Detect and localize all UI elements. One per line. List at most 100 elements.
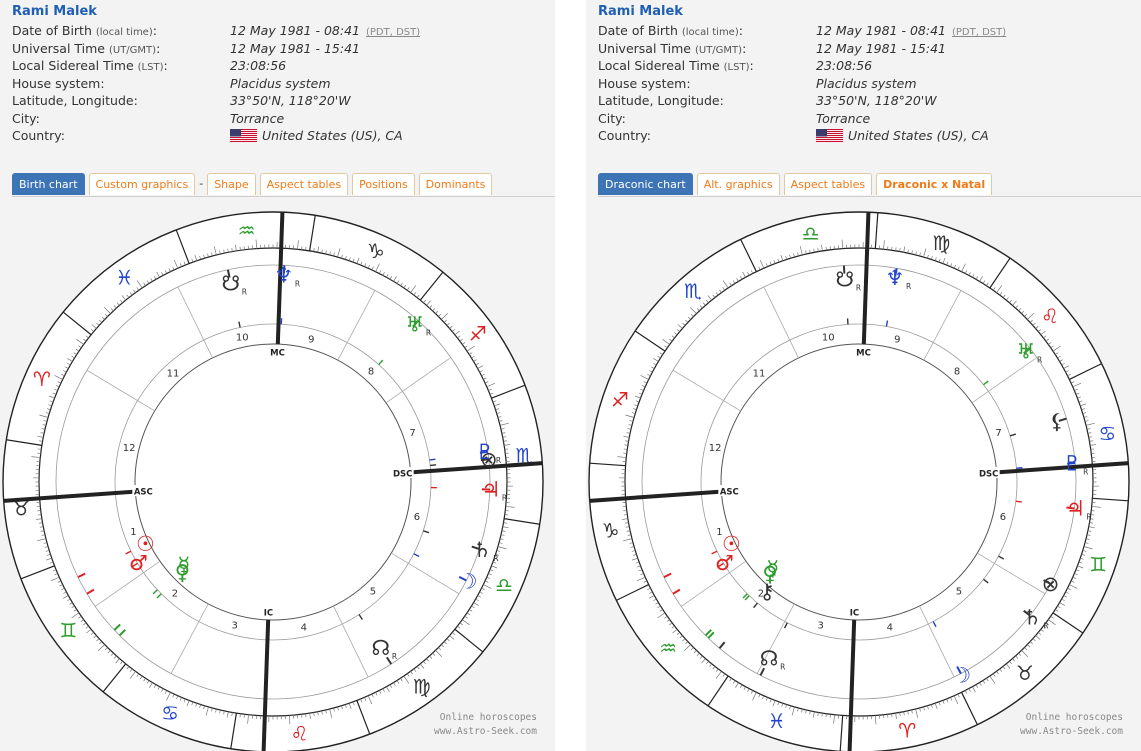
planet-glyph[interactable]: ♆ [274, 263, 293, 287]
zodiac-sign-glyph: ♒ [659, 636, 677, 660]
info-label-text: Local Sidereal Time [12, 58, 138, 73]
us-flag-icon [230, 129, 257, 143]
tab-separator: - [199, 177, 204, 190]
planet-glyph[interactable]: ☋ [836, 267, 855, 291]
house-number: 3 [232, 620, 238, 631]
tab-birth-chart[interactable]: Birth chart [12, 173, 85, 195]
planet-glyph[interactable]: ☿ [177, 553, 190, 577]
planet-glyph[interactable]: ☿ [766, 556, 779, 580]
tab-custom-graphics[interactable]: Custom graphics [88, 173, 196, 195]
info-row: City: Torrance [598, 110, 1006, 128]
retrograde-marker: R [496, 456, 501, 465]
planet-glyph[interactable]: ☉ [722, 532, 741, 556]
person-name[interactable]: Rami Malek [598, 4, 683, 19]
timezone-link[interactable]: (PDT, DST) [952, 27, 1006, 38]
tab-shape[interactable]: Shape [207, 173, 256, 195]
house-number: 8 [954, 367, 960, 378]
info-label-text: Universal Time [598, 40, 695, 56]
info-label-text: House system: [12, 75, 105, 91]
birth-info-table: Date of Birth (local time): 12 May 1981 -… [598, 22, 1006, 145]
info-label: City: [12, 110, 230, 128]
info-value: Torrance [816, 110, 871, 126]
planet-glyph[interactable]: ♇ [476, 440, 495, 464]
planet-glyph[interactable]: ☊ [760, 646, 779, 670]
retrograde-marker: R [493, 554, 498, 563]
info-value: Placidus system [230, 75, 331, 91]
angle-label-asc: ASC [134, 488, 153, 498]
info-value: 33°50'N, 118°20'W [816, 93, 937, 108]
info-label-text: Universal Time [12, 40, 109, 56]
info-row: City: Torrance [12, 110, 420, 128]
info-label-text: Date of Birth [598, 23, 682, 38]
planet-inner-tick [430, 464, 437, 467]
planet-glyph[interactable]: ♄ [473, 538, 492, 562]
planet-glyph[interactable]: ⊗ [1042, 572, 1060, 596]
tab-draconic-chart[interactable]: Draconic chart [598, 173, 693, 195]
tab-aspect-tables[interactable]: Aspect tables [259, 173, 349, 195]
planet-inner-tick [1016, 467, 1023, 469]
angle-label-dsc: DSC [393, 469, 412, 479]
info-row: Country: United States (US), CA [598, 127, 1006, 145]
planet-glyph[interactable]: ♃ [1066, 497, 1085, 521]
angle-label-ic: IC [850, 608, 859, 618]
planet-glyph[interactable]: ☉ [136, 532, 155, 556]
info-row: Date of Birth (local time): 12 May 1981 -… [12, 22, 420, 40]
zodiac-sign-glyph: ♊ [1089, 552, 1107, 576]
planet-glyph[interactable]: ♅ [405, 312, 424, 336]
watermark-line-2: www.Astro-Seek.com [434, 726, 537, 737]
timezone-link[interactable]: (PDT, DST) [366, 27, 420, 38]
planet-glyph[interactable]: ♄ [1023, 605, 1042, 629]
info-label: Latitude, Longitude: [12, 92, 230, 110]
planet-glyph[interactable]: ♇ [1063, 451, 1082, 475]
zodiac-sign-glyph: ♐ [611, 388, 629, 412]
planet-glyph[interactable]: ☽ [459, 569, 478, 593]
planet-glyph[interactable]: ♅ [1017, 339, 1036, 363]
planet-glyph[interactable]: ⚸ [1049, 409, 1064, 433]
house-number: 5 [370, 587, 376, 598]
retrograde-marker: R [906, 282, 911, 291]
info-row: Universal Time (UT/GMT): 12 May 1981 - 15… [12, 40, 420, 58]
info-label-text: Latitude, Longitude: [598, 93, 724, 108]
zodiac-sign-glyph: ♑ [367, 239, 385, 263]
zodiac-sign-glyph: ♓ [768, 709, 786, 733]
house-number: 11 [167, 368, 180, 379]
info-value: 23:08:56 [230, 58, 287, 73]
info-label-qualifier: (UT/GMT) [108, 44, 157, 56]
chart-tabs: Birth chart Custom graphics - Shape Aspect t… [12, 172, 555, 197]
house-number: 6 [1000, 512, 1006, 523]
angle-label-dsc: DSC [979, 469, 998, 479]
tab-alt-graphics[interactable]: Alt. graphics [696, 173, 780, 195]
info-value: United States (US), CA [262, 128, 403, 143]
house-number: 11 [753, 368, 766, 379]
zodiac-sign-glyph: ♊ [59, 619, 77, 643]
zodiac-sign-glyph: ♌ [290, 722, 308, 746]
info-value: Placidus system [816, 75, 917, 91]
planet-glyph[interactable]: ♆ [886, 266, 905, 290]
tab-positions[interactable]: Positions [352, 173, 415, 195]
info-label: Country: [598, 127, 816, 145]
person-name[interactable]: Rami Malek [12, 4, 97, 19]
info-value: United States (US), CA [848, 128, 989, 143]
watermark-line-1: Online horoscopes [439, 712, 537, 723]
info-row: House system: Placidus system [12, 75, 420, 93]
planet-inner-tick [1015, 500, 1022, 503]
natal-chart-wheel: ♈♉♊♋♌♍♎♏♐♑♒♓123 456789101112ASCICDSCMC♂☉♀… [2, 211, 544, 751]
info-label: House system: [12, 75, 230, 93]
info-label-qualifier: (local time) [95, 27, 153, 38]
planet-glyph[interactable]: ☽ [952, 663, 971, 687]
info-label-text: Local Sidereal Time [598, 58, 724, 73]
planet-glyph[interactable]: ☊ [372, 636, 391, 660]
tab-aspect-tables[interactable]: Aspect tables [783, 173, 873, 195]
zodiac-sign-glyph: ♈ [33, 367, 51, 391]
planet-glyph[interactable]: ☋ [221, 271, 240, 295]
house-number: 4 [301, 622, 307, 633]
info-label-text: Date of Birth [12, 23, 96, 38]
info-label-colon: : [742, 40, 747, 56]
zodiac-sign-glyph: ♑ [602, 518, 620, 542]
tab-dominants[interactable]: Dominants [418, 173, 493, 195]
tab-draconic-x-natal[interactable]: Draconic x Natal [876, 173, 993, 195]
info-label-colon: : [152, 23, 157, 38]
info-label-text: Latitude, Longitude: [12, 93, 138, 108]
info-value: Torrance [230, 110, 285, 126]
planet-glyph[interactable]: ♃ [481, 478, 500, 502]
